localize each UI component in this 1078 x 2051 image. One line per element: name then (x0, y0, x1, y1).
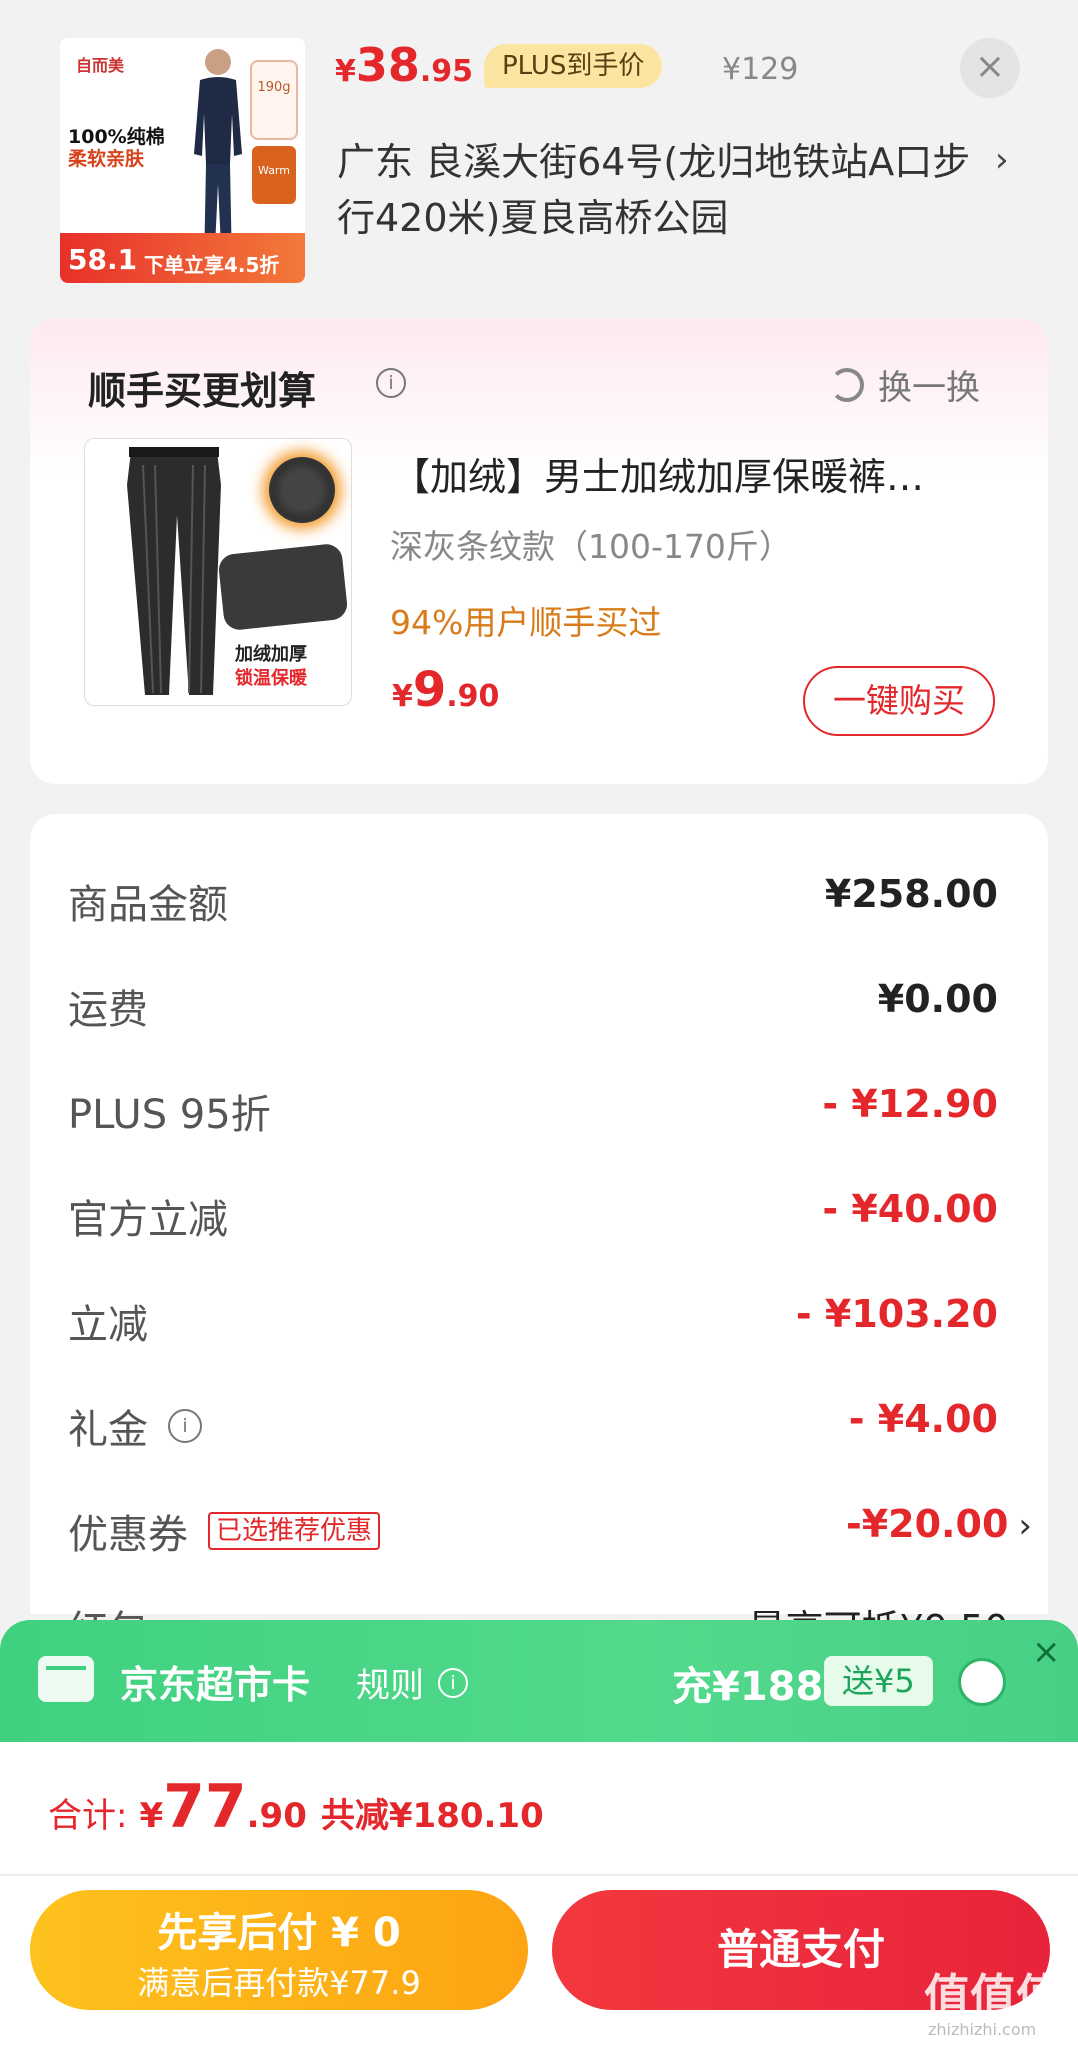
weight-tag: 190g (250, 60, 298, 140)
warm-tag: Warm (252, 146, 296, 204)
summary-row-plus-discount: PLUS 95折 - ¥12.90 (68, 1082, 998, 1138)
recommend-bought-rate: 94%用户顺手买过 (390, 603, 662, 642)
close-icon[interactable]: × (1032, 1632, 1061, 1672)
summary-row-coupon[interactable]: 优惠券 已选推荐优惠 -¥20.00 › (68, 1502, 1032, 1562)
add-on-recommendation-card: 顺手买更划算 i 换一换 加绒加厚 锁温保暖 【加绒】男士加绒加厚保暖裤… 深灰… (30, 318, 1048, 784)
coupon-selected-tag: 已选推荐优惠 (208, 1512, 381, 1550)
pay-later-button[interactable]: 先享后付 ¥ 0 满意后再付款¥77.9 (30, 1890, 528, 2010)
image-caption: 加绒加厚 锁温保暖 (235, 644, 307, 689)
summary-row-gift-money: 礼金 i - ¥4.00 (68, 1397, 998, 1453)
order-header: 自而美 100%纯棉 柔软亲肤 190g Warm 58.1 下单立享4.5折 … (0, 0, 1078, 300)
thumb-brand-logo: 自而美 (76, 56, 125, 75)
recommend-product-image[interactable]: 加绒加厚 锁温保暖 (84, 438, 352, 706)
info-icon: i (438, 1667, 468, 1698)
close-button[interactable]: × (960, 38, 1020, 98)
gift-amount-badge: 送¥5 (824, 1656, 933, 1706)
summary-row-subtotal: 商品金额 ¥258.00 (68, 872, 998, 928)
watermark-url: zhizhizhi.com (928, 2020, 1037, 2039)
thumb-promo-strip: 58.1 下单立享4.5折 (60, 233, 305, 283)
swap-button[interactable]: 换一换 (830, 360, 980, 409)
summary-row-instant-discount: 立减 - ¥103.20 (68, 1292, 998, 1348)
summary-row-official-discount: 官方立减 - ¥40.00 (68, 1187, 998, 1243)
recommend-title: 顺手买更划算 i (88, 360, 406, 415)
select-radio[interactable] (958, 1658, 1006, 1706)
fleece-swatch-image (269, 457, 335, 523)
chevron-right-icon: › (1018, 1506, 1032, 1546)
recommend-price: ¥ 9 .90 (392, 662, 500, 718)
jd-supermarket-card-banner: 京东超市卡 规则 i 充¥188 送¥5 × (0, 1620, 1078, 1742)
recommend-product-name[interactable]: 【加绒】男士加绒加厚保暖裤… (392, 446, 992, 501)
delivery-address[interactable]: 广东 良溪大街64号(龙归地铁站A口步行420米)夏良高桥公园 (337, 134, 977, 246)
info-icon[interactable]: i (168, 1409, 202, 1443)
recommend-product-spec: 深灰条纹款（100-170斤） (390, 527, 792, 566)
refresh-icon (830, 367, 864, 402)
watermark-logo: 值值值 (924, 1969, 1062, 2023)
jd-card-title: 京东超市卡 (120, 1663, 311, 1707)
chevron-right-icon[interactable]: › (995, 140, 1009, 180)
divider (0, 1874, 1078, 1876)
folded-pants-image (217, 542, 349, 632)
one-click-buy-button[interactable]: 一键购买 (803, 666, 995, 736)
rules-link[interactable]: 规则 i (356, 1658, 468, 1707)
plus-price-badge: PLUS到手价 (484, 44, 663, 88)
recharge-amount: 充¥188 (672, 1664, 824, 1710)
product-thumbnail[interactable]: 自而美 100%纯棉 柔软亲肤 190g Warm 58.1 下单立享4.5折 (60, 38, 305, 283)
info-icon[interactable]: i (376, 368, 406, 398)
card-icon (38, 1656, 94, 1702)
price-summary-card: 商品金额 ¥258.00 运费 ¥0.00 PLUS 95折 - ¥12.90 … (30, 814, 1048, 1654)
checkout-footer: 合计: ¥ 77 .90 共减¥180.10 先享后付 ¥ 0 满意后再付款¥7… (0, 1742, 1078, 2051)
original-price: ¥129 (722, 52, 799, 87)
summary-row-shipping: 运费 ¥0.00 (68, 977, 998, 1033)
order-total: 合计: ¥ 77 .90 共减¥180.10 (48, 1772, 544, 1842)
product-price: ¥ 38 .95 (335, 38, 474, 92)
close-icon: × (974, 46, 1006, 87)
thumb-cotton-text: 100%纯棉 柔软亲肤 (68, 126, 165, 170)
